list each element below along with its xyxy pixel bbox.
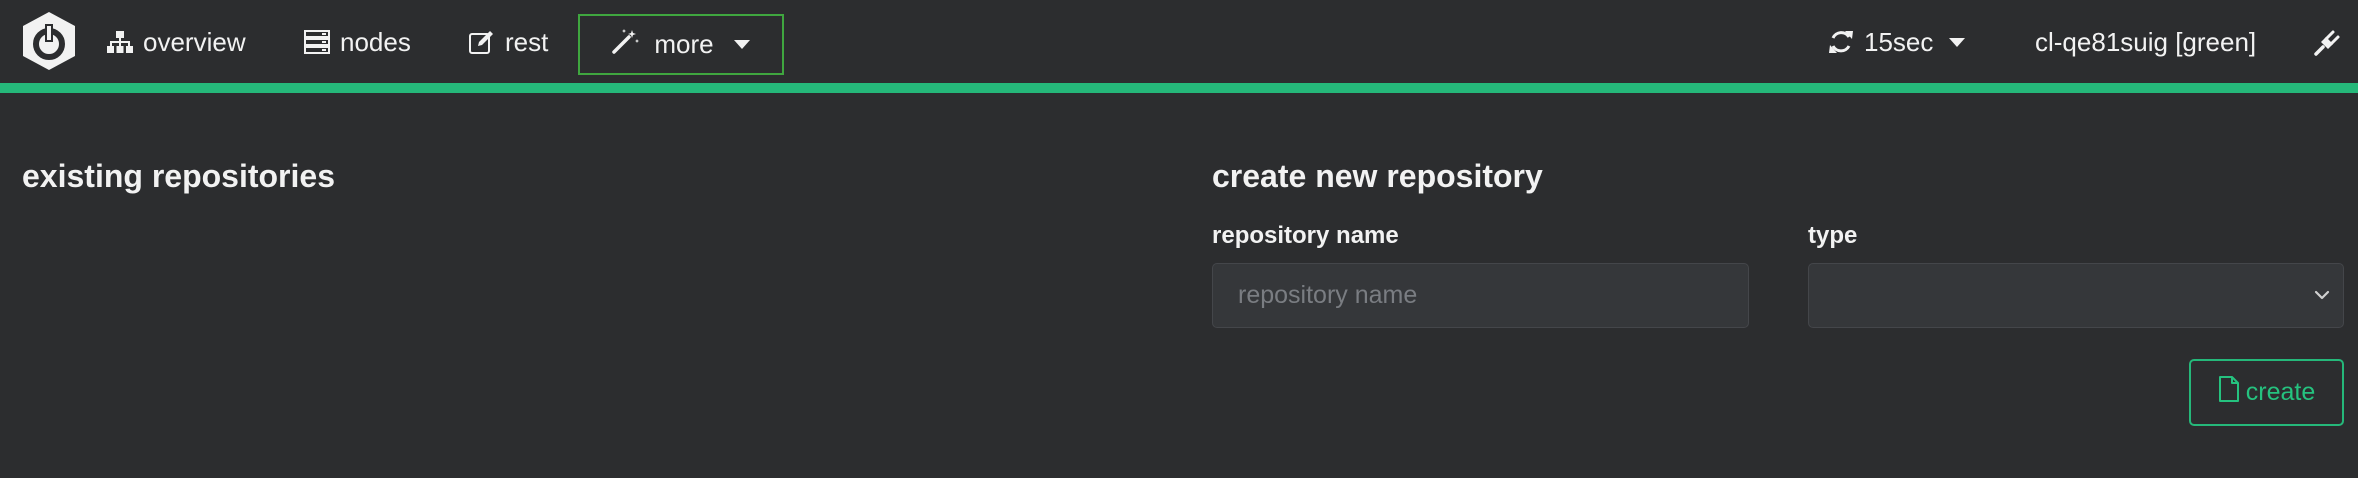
type-label: type (1808, 222, 1858, 249)
refresh-interval-dropdown[interactable]: 15sec (1828, 22, 1966, 62)
edit-icon (469, 30, 495, 54)
navbar-accent-bar (0, 83, 2358, 93)
top-navbar: overview nodes rest more 15sec cl-qe81su… (0, 0, 2358, 83)
file-icon (2218, 376, 2240, 409)
create-button[interactable]: create (2189, 359, 2344, 426)
refresh-icon (1828, 29, 1854, 55)
sitemap-icon (107, 30, 133, 54)
nav-more-dropdown[interactable]: more (578, 14, 784, 75)
repository-name-label: repository name (1212, 222, 1399, 249)
cluster-name-label: cl-qe81suig [green] (2035, 26, 2257, 57)
connection-button[interactable] (2314, 22, 2342, 62)
chevron-down-icon (2311, 284, 2333, 311)
nav-more-label: more (654, 29, 714, 59)
nav-rest[interactable]: rest (469, 22, 548, 62)
nav-overview[interactable]: overview (107, 22, 246, 62)
type-select[interactable] (1808, 263, 2344, 328)
refresh-interval-label: 15sec (1864, 26, 1934, 57)
nav-nodes[interactable]: nodes (304, 22, 411, 62)
nav-rest-label: rest (505, 26, 549, 57)
caret-down-icon (733, 40, 750, 49)
nav-overview-label: overview (143, 26, 246, 57)
cerebro-logo-icon[interactable] (20, 10, 78, 72)
create-repository-title: create new repository (1212, 158, 1543, 194)
caret-down-icon (1949, 37, 1966, 47)
existing-repositories-title: existing repositories (22, 158, 335, 194)
plug-icon (2314, 28, 2342, 56)
cluster-name[interactable]: cl-qe81suig [green] (2035, 22, 2256, 62)
repository-name-input[interactable] (1212, 263, 1749, 328)
create-button-label: create (2245, 378, 2316, 406)
magic-wand-icon (612, 28, 640, 61)
server-icon (304, 30, 330, 54)
nav-nodes-label: nodes (340, 26, 411, 57)
